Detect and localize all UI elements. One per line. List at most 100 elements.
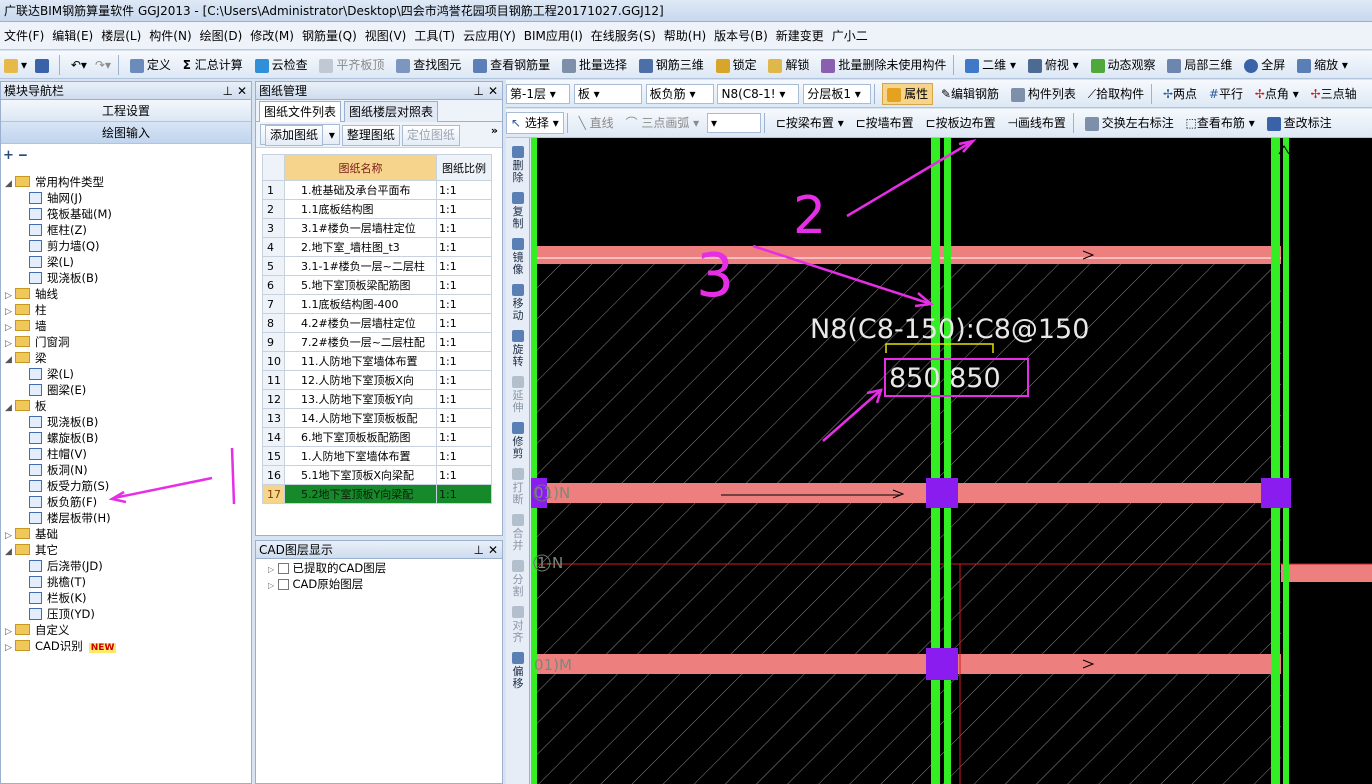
tree-folder[interactable]: ▷ 轴线 xyxy=(5,286,58,302)
arc-button[interactable]: ⌒ 三点画弧 ▾ xyxy=(621,109,703,137)
tree-item[interactable]: 板洞(N) xyxy=(29,462,88,478)
tool-8[interactable]: 合并 xyxy=(506,514,529,552)
tree-item[interactable]: 柱帽(V) xyxy=(29,446,87,462)
point-angle-button[interactable]: ✢点角 ▾ xyxy=(1251,80,1303,107)
tool-10[interactable]: 对齐 xyxy=(506,606,529,644)
table-row[interactable]: 17 5.2地下室顶板Y向梁配 1:1 xyxy=(262,484,492,504)
two-point-button[interactable]: ✢两点 xyxy=(1159,80,1201,107)
menu-file[interactable]: 文件(F) xyxy=(0,22,48,49)
add-drawing-button[interactable]: 添加图纸 ▾ xyxy=(260,124,340,146)
tree-item[interactable]: 梁(L) xyxy=(29,254,74,270)
table-row[interactable]: 1 1.桩基础及承台平面布 1:1 xyxy=(262,180,492,200)
tree-folder[interactable]: ◢ 梁 xyxy=(5,350,47,366)
tree-item[interactable]: 栏板(K) xyxy=(29,590,87,606)
tree-item[interactable]: 圈梁(E) xyxy=(29,382,86,398)
close-icon[interactable]: ✕ xyxy=(488,541,498,559)
plan-view-dropdown[interactable]: 俯视 ▾ xyxy=(1024,51,1083,78)
expand-icon[interactable]: ◢ xyxy=(5,176,15,192)
canvas-svg[interactable]: N8(C8-150):C8@150 850 850 01)N 1-N 01)M … xyxy=(531,138,1372,784)
tool-4[interactable]: 旋转 xyxy=(506,330,529,368)
dynamic-view-button[interactable]: 动态观察 xyxy=(1087,51,1160,78)
tree-item[interactable]: 螺旋板(B) xyxy=(29,430,98,446)
view-rebar-button[interactable]: 查看钢筋量 xyxy=(469,51,554,78)
table-row[interactable]: 3 3.1#楼负一层墙柱定位 1:1 xyxy=(262,218,492,238)
batch-select-button[interactable]: 批量选择 xyxy=(558,51,631,78)
draw-line-place-button[interactable]: ⊣画线布置 xyxy=(1003,109,1069,137)
place-by-beam-button[interactable]: ⊏按梁布置 ▾ xyxy=(772,109,848,137)
more-icon[interactable]: » xyxy=(491,124,498,137)
wall-green-left[interactable] xyxy=(531,138,537,784)
table-row[interactable]: 16 5.1地下室顶板X向梁配 1:1 xyxy=(262,465,492,485)
original-layers-item[interactable]: ▷ CAD原始图层 xyxy=(268,577,502,593)
menu-version[interactable]: 版本号(B) xyxy=(710,22,772,49)
beam-top[interactable] xyxy=(537,246,1281,264)
menu-new-change[interactable]: 新建变更 xyxy=(772,22,828,49)
table-row[interactable]: 8 4.2#楼负一层墙柱定位 1:1 xyxy=(262,313,492,333)
swap-labels-button[interactable]: 交换左右标注 xyxy=(1081,109,1178,137)
open-button[interactable]: ▾ xyxy=(0,51,31,78)
beam-mid[interactable] xyxy=(537,483,1281,503)
tool-7[interactable]: 打断 xyxy=(506,468,529,506)
tree-item[interactable]: 压顶(YD) xyxy=(29,606,95,622)
pick-component-button[interactable]: ⟋拾取构件 xyxy=(1084,80,1148,107)
sum-calc-button[interactable]: Σ 汇总计算 xyxy=(179,51,247,78)
tool-1[interactable]: 复制 xyxy=(506,192,529,230)
place-by-wall-button[interactable]: ⊏按墙布置 xyxy=(852,109,918,137)
edit-rebar-button[interactable]: ✎编辑钢筋 xyxy=(937,80,1003,107)
define-button[interactable]: 定义 xyxy=(126,51,175,78)
layer-select[interactable]: 分层板1 ▾ xyxy=(803,84,872,104)
drawing-input-button[interactable]: 绘图输入 xyxy=(1,122,251,144)
table-row[interactable]: 6 5.地下室顶板梁配筋图 1:1 xyxy=(262,275,492,295)
beam-right[interactable] xyxy=(1281,564,1372,582)
expand-icon[interactable]: ◢ xyxy=(5,400,15,416)
tree-item[interactable]: 梁(L) xyxy=(29,366,74,382)
tree-folder[interactable]: ▷ CAD识别 NEW xyxy=(5,638,117,656)
tool-0[interactable]: 删除 xyxy=(506,146,529,184)
table-row[interactable]: 14 6.地下室顶板板配筋图 1:1 xyxy=(262,427,492,447)
tool-5[interactable]: 延伸 xyxy=(506,376,529,414)
table-row[interactable]: 5 3.1-1#楼负一层~二层柱 1:1 xyxy=(262,256,492,276)
view-layout-button[interactable]: ⬚查看布筋 ▾ xyxy=(1182,109,1259,137)
category-select[interactable]: 板 ▾ xyxy=(573,84,642,104)
tree-item[interactable]: 板负筋(F) xyxy=(29,494,97,510)
undo-button[interactable]: ↶▾ xyxy=(67,51,91,78)
project-settings-button[interactable]: 工程设置 xyxy=(1,100,251,122)
tool-2[interactable]: 镜像 xyxy=(506,238,529,276)
pin-icon[interactable]: ⊥ xyxy=(474,541,484,559)
tree-item[interactable]: 剪力墙(Q) xyxy=(29,238,100,254)
menu-tools[interactable]: 工具(T) xyxy=(410,22,459,49)
close-icon[interactable]: ✕ xyxy=(488,82,498,100)
table-row[interactable]: 13 14.人防地下室顶板板配 1:1 xyxy=(262,408,492,428)
column-2[interactable] xyxy=(926,648,958,680)
tree-item[interactable]: 轴网(J) xyxy=(29,190,82,206)
view-2d-dropdown[interactable]: 二维 ▾ xyxy=(961,51,1020,78)
menu-cloud[interactable]: 云应用(Y) xyxy=(459,22,520,49)
tree-folder[interactable]: ▷ 门窗洞 xyxy=(5,334,70,350)
tree-folder[interactable]: ◢ 其它 xyxy=(5,542,58,558)
menu-view[interactable]: 视图(V) xyxy=(361,22,411,49)
expand-icon[interactable]: ▷ xyxy=(5,640,15,656)
tree-item[interactable]: 楼层板带(H) xyxy=(29,510,111,526)
floor-select[interactable]: 第-1层 ▾ xyxy=(506,84,570,104)
three-point-axis-button[interactable]: ✢三点轴 xyxy=(1307,80,1361,107)
column-1[interactable] xyxy=(926,478,958,508)
wall-green-1[interactable] xyxy=(931,138,940,784)
place-by-slab-edge-button[interactable]: ⊏按板边布置 xyxy=(922,109,1000,137)
menu-help[interactable]: 帮助(H) xyxy=(660,22,710,49)
menu-edit[interactable]: 编辑(E) xyxy=(48,22,97,49)
parallel-button[interactable]: #平行 xyxy=(1205,80,1247,107)
menu-component[interactable]: 构件(N) xyxy=(145,22,195,49)
tree-folder[interactable]: ▷ 墙 xyxy=(5,318,47,334)
tree-item[interactable]: 板受力筋(S) xyxy=(29,478,109,494)
edit-label-button[interactable]: 查改标注 xyxy=(1263,109,1336,137)
tree-item[interactable]: 筏板基础(M) xyxy=(29,206,112,222)
rebar-label[interactable]: N8(C8-150):C8@150 xyxy=(810,314,1089,345)
tree-item[interactable]: 挑檐(T) xyxy=(29,574,86,590)
fullscreen-button[interactable]: 全屏 xyxy=(1240,51,1289,78)
wall-green-3[interactable] xyxy=(1271,138,1280,784)
tree-item[interactable]: 框柱(Z) xyxy=(29,222,87,238)
type-select[interactable]: 板负筋 ▾ xyxy=(645,84,714,104)
close-icon[interactable]: ✕ xyxy=(237,82,247,100)
pin-icon[interactable]: ⊥ xyxy=(474,82,484,100)
zoom-dropdown[interactable]: 缩放 ▾ xyxy=(1293,51,1352,78)
